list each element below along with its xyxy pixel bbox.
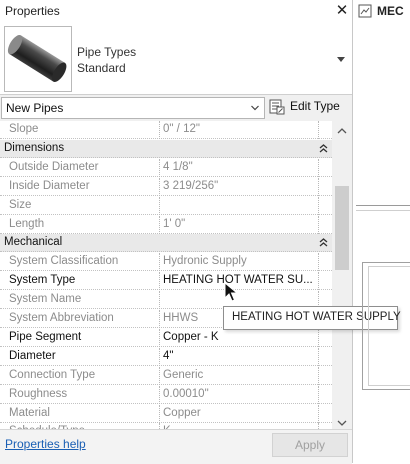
caret-down-icon[interactable] xyxy=(334,52,348,66)
group-header-label: Mechanical xyxy=(4,236,63,249)
property-value: Copper xyxy=(163,406,201,419)
column-divider xyxy=(318,328,319,347)
property-row[interactable]: Outside Diameter 4 1/8" xyxy=(0,158,332,177)
property-row[interactable]: Connection Type Generic xyxy=(0,366,332,385)
property-row[interactable]: Diameter 4" xyxy=(0,347,332,366)
instance-filter-row: New Pipes Edit Type xyxy=(0,95,352,121)
column-divider xyxy=(159,347,160,366)
column-divider xyxy=(318,347,319,366)
property-name: Slope xyxy=(9,123,39,135)
properties-title: Properties xyxy=(5,4,60,18)
group-header-label: Dimensions xyxy=(4,141,65,154)
column-divider xyxy=(159,328,160,347)
scroll-up-icon[interactable] xyxy=(336,126,348,136)
view-tab-label[interactable]: MEC xyxy=(377,4,404,18)
column-divider xyxy=(318,121,319,139)
pipe-icon xyxy=(4,26,72,92)
property-name: Connection Type xyxy=(9,368,96,381)
close-icon[interactable]: ✕ xyxy=(334,0,350,22)
column-divider xyxy=(159,121,160,139)
property-value: 1' 0" xyxy=(163,217,186,230)
collapse-icon[interactable] xyxy=(318,143,329,154)
instance-filter-dropdown[interactable]: New Pipes xyxy=(1,97,265,119)
property-name: Diameter xyxy=(9,349,56,362)
property-row[interactable]: System Type HEATING HOT WATER SU... xyxy=(0,272,332,291)
scroll-down-icon[interactable] xyxy=(336,418,348,428)
column-divider xyxy=(159,158,160,177)
column-divider xyxy=(159,310,160,328)
edit-type-icon xyxy=(269,99,285,115)
group-header[interactable]: Mechanical xyxy=(0,234,332,253)
property-value: Generic xyxy=(163,368,204,381)
property-value: 3 219/256" xyxy=(163,179,219,192)
properties-title-bar[interactable]: Properties ✕ xyxy=(0,0,352,23)
column-divider xyxy=(318,366,319,385)
property-row[interactable]: Length 1' 0" xyxy=(0,215,332,234)
group-header[interactable]: Dimensions xyxy=(0,139,332,158)
property-name: Size xyxy=(9,198,32,211)
column-divider xyxy=(318,272,319,291)
property-name: System Type xyxy=(9,274,76,287)
column-divider xyxy=(159,253,160,272)
drawing-line xyxy=(356,210,410,211)
property-row[interactable]: Pipe Segment Copper - K xyxy=(0,328,332,347)
column-divider xyxy=(318,177,319,196)
column-divider xyxy=(159,215,160,234)
properties-help-link[interactable]: Properties help xyxy=(5,437,86,451)
chevron-down-icon xyxy=(251,105,259,111)
property-row[interactable]: System Classification Hydronic Supply xyxy=(0,253,332,272)
property-row[interactable]: Size xyxy=(0,196,332,215)
column-divider xyxy=(318,196,319,215)
property-value[interactable]: Copper - K xyxy=(163,331,315,343)
column-divider xyxy=(159,272,160,291)
property-value[interactable]: 4" xyxy=(163,350,315,362)
properties-grid: Slope 0" / 12" Dimensions Outside Diameter 4… xyxy=(0,121,332,429)
property-name: Roughness xyxy=(9,387,68,400)
column-divider xyxy=(159,291,160,310)
column-divider xyxy=(159,177,160,196)
column-divider xyxy=(159,366,160,385)
column-divider xyxy=(318,253,319,272)
property-name: System Name xyxy=(9,293,82,306)
drawing-element xyxy=(368,266,410,386)
instance-filter-value: New Pipes xyxy=(6,101,64,115)
type-selector[interactable]: Pipe Types Standard xyxy=(0,22,352,95)
property-row[interactable]: Material Copper xyxy=(0,404,332,423)
property-row[interactable]: Roughness 0.00010" xyxy=(0,385,332,404)
vertical-scrollbar[interactable] xyxy=(332,121,352,429)
scrollbar-thumb[interactable] xyxy=(335,186,349,270)
collapse-icon[interactable] xyxy=(318,237,329,248)
edit-type-button[interactable]: Edit Type xyxy=(269,96,349,118)
column-divider xyxy=(318,385,319,404)
property-value: 4 1/8" xyxy=(163,160,193,173)
property-name: System Classification xyxy=(9,255,119,268)
column-divider xyxy=(318,215,319,234)
property-value: 0.00010" xyxy=(163,387,209,400)
property-name: Outside Diameter xyxy=(9,160,99,173)
property-value: 0" / 12" xyxy=(163,123,200,135)
type-name-label: Standard xyxy=(77,61,126,75)
property-value: Hydronic Supply xyxy=(163,255,247,268)
view-tab-icon xyxy=(358,4,372,18)
property-name: Inside Diameter xyxy=(9,179,90,192)
property-name: System Abbreviation xyxy=(9,312,114,324)
apply-button[interactable]: Apply xyxy=(272,433,348,457)
property-row[interactable]: Slope 0" / 12" xyxy=(0,121,332,139)
type-family-label: Pipe Types xyxy=(77,45,137,59)
edit-type-label: Edit Type xyxy=(290,99,340,113)
property-name: Pipe Segment xyxy=(9,330,82,343)
property-value[interactable]: HEATING HOT WATER SU... xyxy=(163,274,315,286)
mouse-cursor-icon xyxy=(224,282,238,302)
column-divider xyxy=(318,158,319,177)
column-divider xyxy=(159,196,160,215)
column-divider xyxy=(159,404,160,423)
property-row[interactable]: Inside Diameter 3 219/256" xyxy=(0,177,332,196)
column-divider xyxy=(159,385,160,404)
column-divider xyxy=(318,404,319,423)
property-name: Material xyxy=(9,406,50,419)
drawing-line xyxy=(356,205,410,206)
property-name: Length xyxy=(9,217,45,230)
